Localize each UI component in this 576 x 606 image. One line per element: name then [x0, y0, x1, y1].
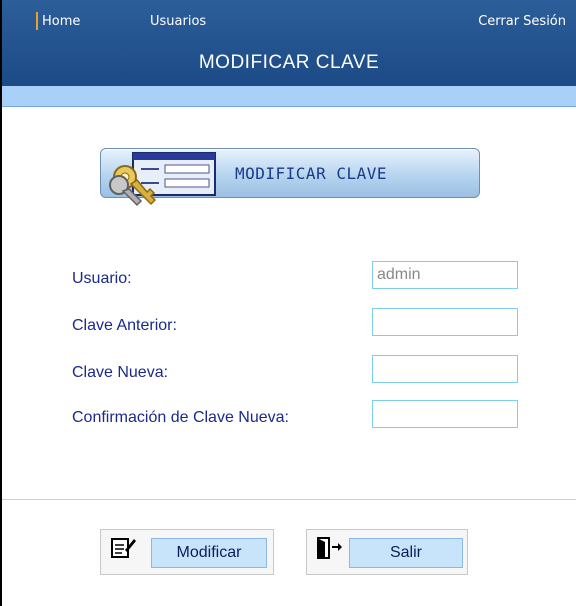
modificar-button-group: Modificar [100, 529, 274, 575]
page-title: MODIFICAR CLAVE [198, 52, 380, 73]
salir-button[interactable]: Salir [349, 538, 463, 568]
confirmacion-label: Confirmación de Clave Nueva: [72, 409, 289, 426]
sub-header-divider [2, 106, 576, 107]
clave-anterior-field[interactable] [372, 308, 518, 336]
clave-nueva-label: Clave Nueva: [72, 364, 169, 381]
header-bar: Home Usuarios Cerrar Sesión MODIFICAR CL… [2, 0, 576, 86]
nav-usuarios-link[interactable]: Usuarios [150, 14, 206, 29]
edit-document-icon [111, 538, 136, 558]
logout-link[interactable]: Cerrar Sesión [478, 14, 566, 29]
banner-label: MODIFICAR CLAVE [235, 164, 387, 183]
keys-form-icon [109, 152, 216, 207]
sub-header-bar [2, 86, 576, 106]
nav-separator [36, 12, 38, 30]
clave-anterior-label: Clave Anterior: [72, 317, 177, 334]
exit-door-icon [317, 537, 342, 559]
clave-nueva-field[interactable] [372, 355, 518, 383]
modificar-button[interactable]: Modificar [151, 538, 267, 568]
usuario-label: Usuario: [72, 270, 132, 287]
salir-button-group: Salir [306, 529, 468, 575]
usuario-field[interactable] [372, 261, 518, 289]
confirmacion-field[interactable] [372, 400, 518, 428]
nav-home-link[interactable]: Home [42, 14, 80, 29]
section-banner: MODIFICAR CLAVE [100, 148, 480, 207]
form-divider [2, 499, 576, 500]
